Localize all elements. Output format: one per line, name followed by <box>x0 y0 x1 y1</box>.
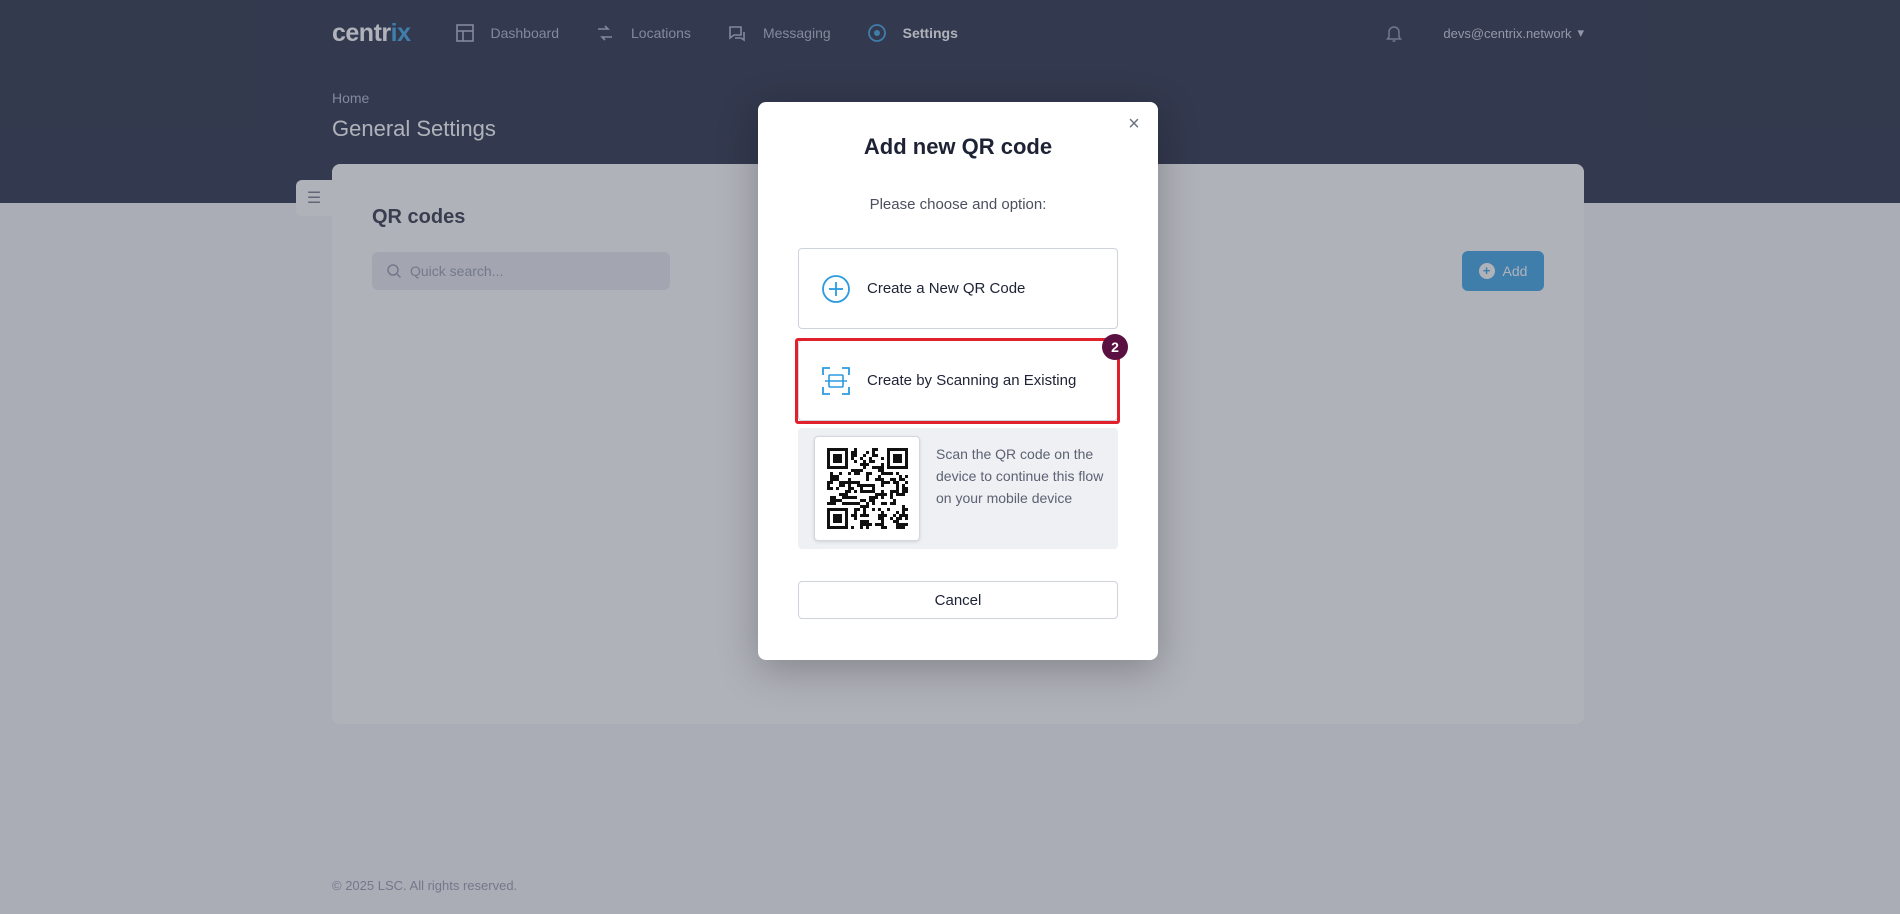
create-new-qr-option[interactable]: Create a New QR Code <box>798 248 1118 329</box>
option-label: Create a New QR Code <box>867 280 1026 297</box>
qr-help-text: Scan the QR code on the device to contin… <box>936 446 1104 506</box>
scan-icon <box>822 366 850 395</box>
modal-title: Add new QR code <box>863 134 1053 159</box>
modal-subtitle: Please choose and option: <box>869 196 1047 213</box>
add-qr-modal: × Add new QR code Please choose and opti… <box>758 102 1158 660</box>
mobile-qr-panel: Scan the QR code on the device to contin… <box>798 428 1118 549</box>
scan-existing-qr-option[interactable]: Create by Scanning an Existing <box>798 340 1118 421</box>
step-badge: 2 <box>1102 334 1128 360</box>
qr-code-image <box>814 436 920 541</box>
cancel-button[interactable]: Cancel <box>798 581 1118 619</box>
plus-circle-icon <box>822 274 850 303</box>
close-icon[interactable]: × <box>1124 114 1144 134</box>
qr-code-icon <box>827 448 908 529</box>
option-label: Create by Scanning an Existing <box>867 372 1077 389</box>
